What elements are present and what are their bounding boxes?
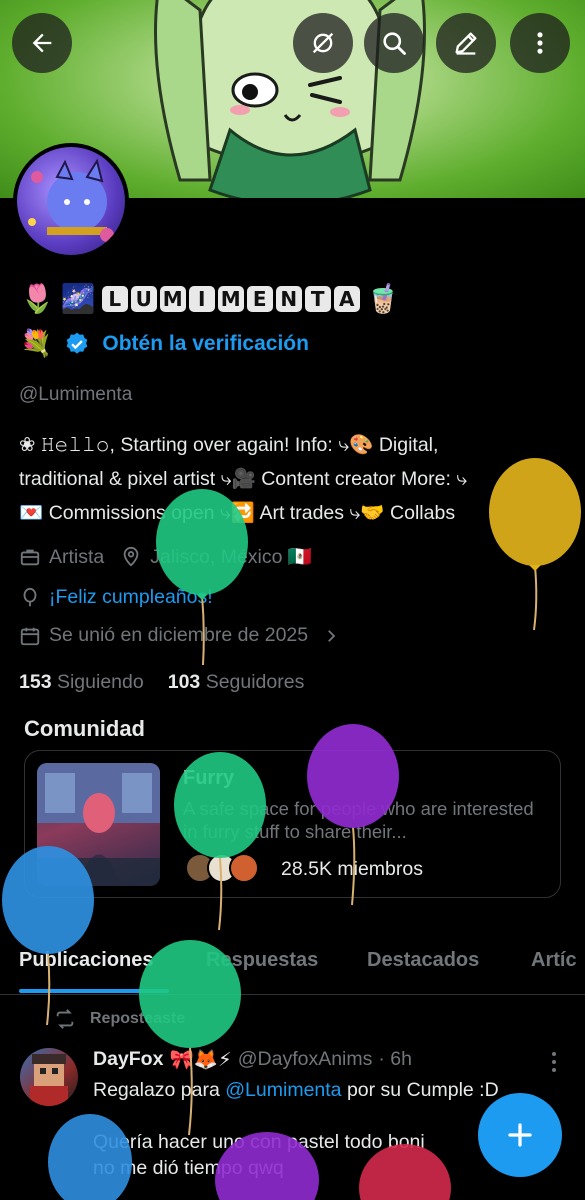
more-button[interactable] xyxy=(510,13,570,73)
post-mention-link[interactable]: @Lumimenta xyxy=(225,1079,341,1101)
verified-badge-icon xyxy=(67,332,88,354)
balloon-icon xyxy=(23,587,37,606)
get-verified-label: Obtén la verificación xyxy=(102,331,309,355)
followers-label: Seguidores xyxy=(205,671,305,693)
get-verified-link[interactable]: 💐 Obtén la verificación xyxy=(20,328,309,359)
joined-row[interactable]: Se unió en diciembre de 2025 xyxy=(19,624,340,647)
compose-button[interactable] xyxy=(478,1093,562,1177)
tab-respuestas[interactable]: Respuestas xyxy=(206,949,318,972)
tulip-emoji: 🌷 xyxy=(20,283,55,314)
tab-publicaciones[interactable]: Publicaciones xyxy=(19,949,154,972)
name-letter-tiles: LUMIMENTA xyxy=(101,285,360,312)
post-author-name[interactable]: DayFox xyxy=(93,1048,163,1072)
member-avatar xyxy=(229,853,259,883)
plus-icon xyxy=(508,1123,532,1147)
active-tab-indicator xyxy=(19,989,169,993)
followers-count: 103 xyxy=(167,671,201,693)
edit-button[interactable] xyxy=(436,13,496,73)
profile-tabs: Publicaciones Respuestas Destacados Artí… xyxy=(0,940,585,995)
pencil-icon xyxy=(455,32,477,55)
galaxy-emoji: 🌌 xyxy=(60,283,96,314)
repost-indicator: Reposteaste xyxy=(54,1008,185,1030)
name-letter-tile: A xyxy=(333,285,360,312)
post-author-avatar-art xyxy=(30,1054,68,1106)
bio-line: ❀ 𝙷𝚎𝚕𝚕𝚘, Starting over again! Info: ⤷🎨 D… xyxy=(19,434,439,456)
post-text-segment: por su Cumple :D xyxy=(341,1079,499,1101)
post-text-line: Regalazo para @Lumimenta por su Cumple :… xyxy=(93,1077,563,1103)
name-letter-tile: M xyxy=(159,285,186,312)
community-name: Furry xyxy=(183,767,235,789)
post-time: · 6h xyxy=(378,1048,412,1070)
following-count: 153 xyxy=(19,671,52,693)
profile-category: Artista xyxy=(49,545,105,568)
back-button[interactable] xyxy=(12,13,72,73)
location-pin-icon xyxy=(123,546,139,567)
search-button[interactable] xyxy=(364,13,424,73)
community-image-art xyxy=(37,763,160,886)
name-letter-tile: T xyxy=(304,285,331,312)
name-letter-tile: M xyxy=(217,285,244,312)
avatar[interactable] xyxy=(13,143,129,259)
community-member-count: 28.5K miembros xyxy=(281,858,423,880)
user-handle: @Lumimenta xyxy=(19,384,133,405)
joined-date: Se unió en diciembre de 2025 xyxy=(49,624,309,646)
follow-stats: 153 Siguiendo 103 Seguidores xyxy=(19,671,304,694)
post-author-handle[interactable]: @DayfoxAnims xyxy=(238,1048,373,1072)
post-header: DayFox 🎀🦊⚡ @DayfoxAnims · 6h xyxy=(93,1048,412,1072)
tab-destacados[interactable]: Destacados xyxy=(367,949,479,972)
following-link[interactable]: 153 Siguiendo xyxy=(19,671,144,694)
briefcase-icon xyxy=(20,549,40,566)
community-card[interactable]: Furry A safe space for people who are in… xyxy=(24,750,561,898)
bio-line: traditional & pixel artist ⤷🎥 Content cr… xyxy=(19,468,468,490)
name-letter-tile: N xyxy=(275,285,302,312)
name-letter-tile: U xyxy=(130,285,157,312)
birthday-link[interactable]: ¡Feliz cumpleaños! xyxy=(49,586,213,609)
repost-label: Reposteaste xyxy=(90,1010,186,1027)
chevron-right-icon xyxy=(328,629,336,642)
avatar-art xyxy=(28,158,114,242)
community-member-avatars xyxy=(185,853,259,883)
post-text-segment: Regalazo para xyxy=(93,1079,226,1101)
profile-bio: ❀ 𝙷𝚎𝚕𝚕𝚘, Starting over again! Info: ⤷🎨 D… xyxy=(19,428,569,530)
name-letter-tile: I xyxy=(188,285,215,312)
community-section-title: Comunidad xyxy=(24,716,145,741)
community-image xyxy=(37,763,160,886)
search-icon xyxy=(383,32,406,55)
hide-button[interactable] xyxy=(293,13,353,73)
bubble-tea-emoji: 🧋 xyxy=(365,283,401,314)
followers-link[interactable]: 103 Seguidores xyxy=(168,671,305,694)
calendar-icon xyxy=(20,627,40,645)
post-author-avatar[interactable] xyxy=(20,1048,78,1106)
bouquet-emoji: 💐 xyxy=(20,328,53,358)
repost-icon xyxy=(56,1009,74,1029)
post-more-button[interactable] xyxy=(549,1050,559,1080)
community-description: A safe space for people who are interest… xyxy=(183,798,534,842)
more-vertical-icon xyxy=(552,1052,556,1072)
name-letter-tile: L xyxy=(101,285,128,312)
following-label: Siguiendo xyxy=(56,671,144,693)
profile-meta-row: Artista Jalisco, México 🇲🇽 xyxy=(19,545,312,569)
name-letter-tile: E xyxy=(246,285,273,312)
eye-slash-icon xyxy=(312,32,334,54)
bio-line: 💌 Commissions open ⤷🔁 Art trades ⤷🤝 Coll… xyxy=(19,502,456,524)
post-author-emojis: 🎀🦊⚡ xyxy=(169,1049,232,1071)
profile-location: Jalisco, México 🇲🇽 xyxy=(150,546,313,568)
arrow-left-icon xyxy=(32,33,52,53)
display-name: 🌷 🌌 LUMIMENTA 🧋 xyxy=(20,282,401,315)
birthday-row: ¡Feliz cumpleaños! xyxy=(19,586,213,609)
tab-articulos[interactable]: Artíc xyxy=(531,949,577,972)
more-vertical-icon xyxy=(537,32,543,54)
